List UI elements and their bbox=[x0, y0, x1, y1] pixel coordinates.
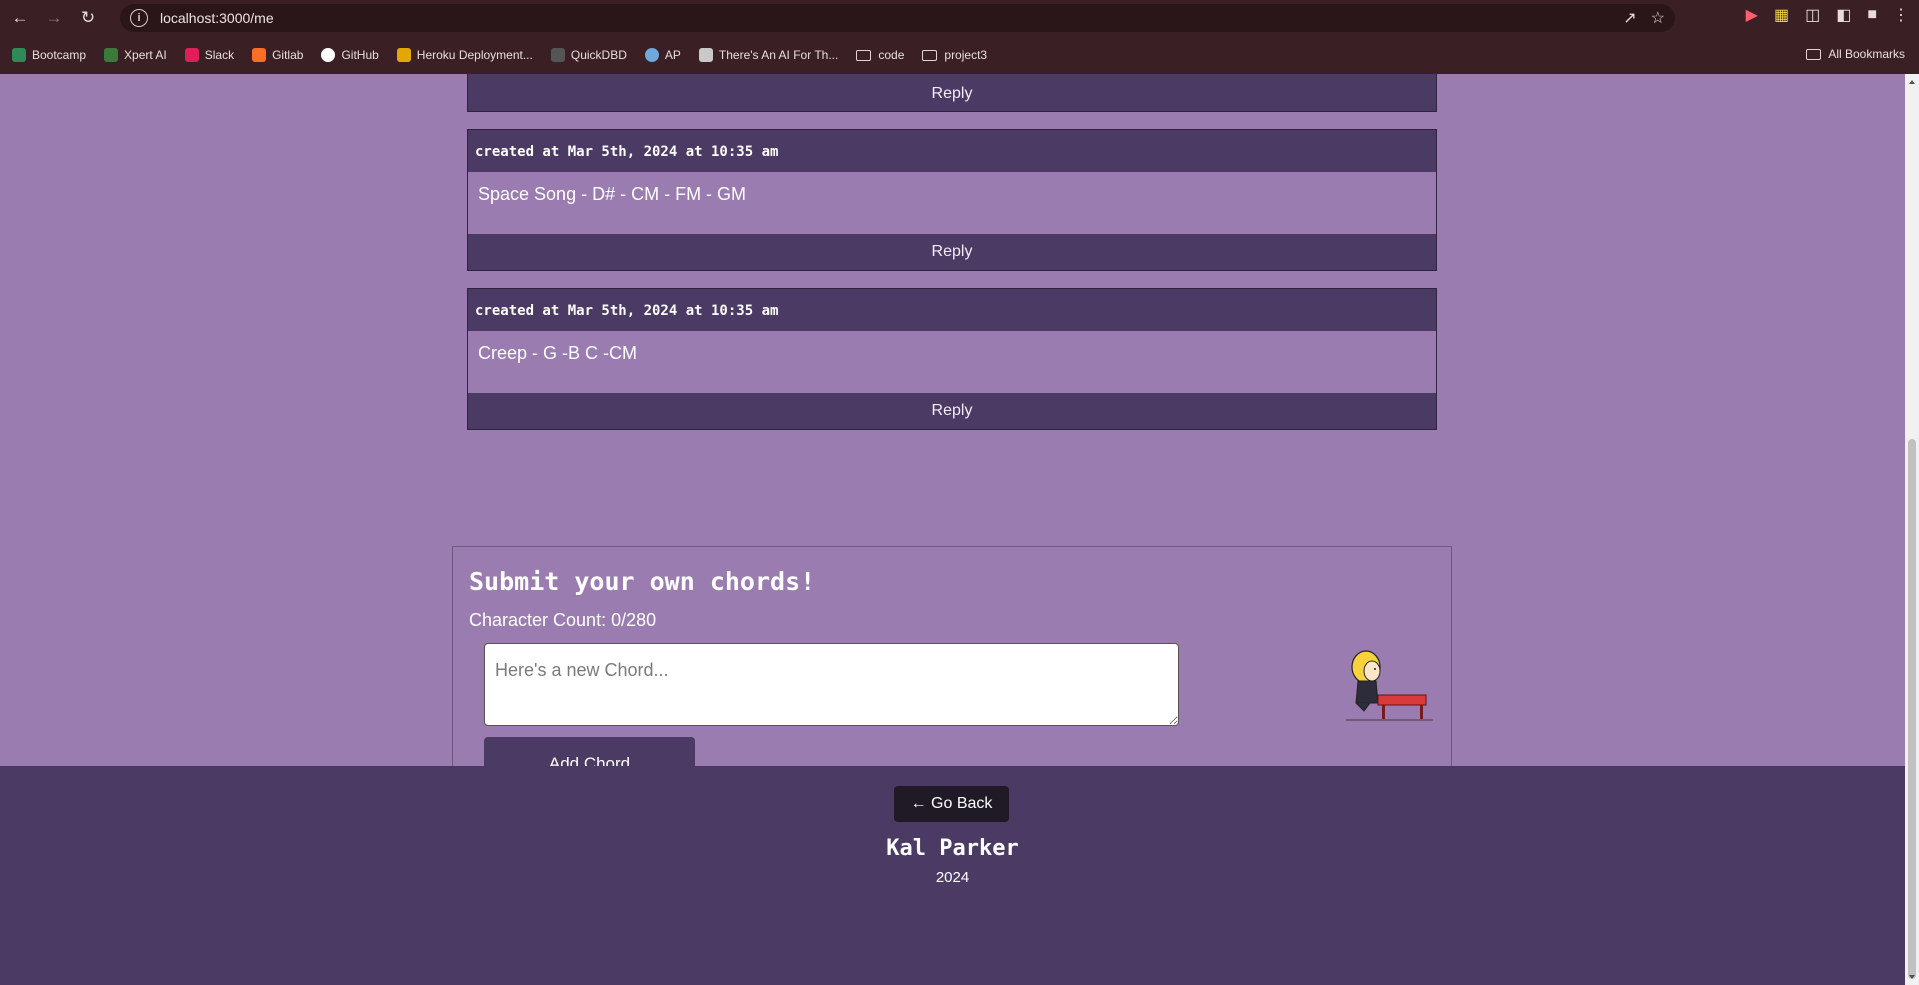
character-count: Character Count: 0/280 bbox=[469, 610, 657, 630]
page-footer: ← Go Back Kal Parker 2024 bbox=[0, 766, 1905, 985]
extension-piano-icon[interactable]: ▦ bbox=[1774, 5, 1789, 25]
slack-icon bbox=[184, 48, 199, 62]
site-info-icon[interactable]: i bbox=[130, 9, 148, 27]
reply-button[interactable]: Reply bbox=[468, 393, 1436, 429]
ap-icon bbox=[644, 48, 659, 62]
bookmark-bootcamp[interactable]: Bootcamp bbox=[12, 48, 86, 62]
bookmark-slack[interactable]: Slack bbox=[184, 48, 234, 62]
xpert-icon bbox=[104, 48, 119, 62]
bookmark-quickdbd[interactable]: QuickDBD bbox=[550, 48, 627, 62]
go-back-button[interactable]: ← Go Back bbox=[894, 786, 1009, 822]
bookmark-ap[interactable]: AP bbox=[644, 48, 681, 62]
bookmark-github[interactable]: GitHub bbox=[321, 48, 379, 62]
github-icon bbox=[321, 48, 336, 62]
vertical-scrollbar[interactable] bbox=[1905, 74, 1919, 985]
reply-button[interactable]: Reply bbox=[468, 74, 1436, 111]
chord-card: created at Mar 5th, 2024 at 10:35 am Cre… bbox=[467, 288, 1437, 430]
footer-year: 2024 bbox=[935, 869, 970, 886]
open-in-app-icon[interactable]: ↗ bbox=[1623, 8, 1636, 28]
bookmark-folder-code[interactable]: code bbox=[856, 48, 904, 62]
chord-card: created at Mar 5th, 2024 at 10:35 am Spa… bbox=[467, 129, 1437, 271]
quickdbd-icon bbox=[550, 48, 565, 62]
bookmark-folder-project3[interactable]: project3 bbox=[922, 48, 987, 62]
menu-kebab-icon[interactable]: ⋮ bbox=[1893, 5, 1909, 25]
page-content: Reply created at Mar 5th, 2024 at 10:35 … bbox=[0, 74, 1905, 985]
bookmark-xpert-ai[interactable]: Xpert AI bbox=[104, 48, 167, 62]
chord-text: Creep - G -B C -CM bbox=[478, 343, 638, 363]
bootcamp-icon bbox=[12, 48, 26, 62]
star-icon[interactable]: ☆ bbox=[1651, 8, 1665, 28]
url-text: localhost:3000/me bbox=[160, 10, 274, 26]
extension-red-icon[interactable]: ▶ bbox=[1746, 5, 1758, 25]
chord-text: Space Song - D# - CM - FM - GM bbox=[478, 184, 747, 204]
bookmark-ai-for-that[interactable]: There's An AI For Th... bbox=[698, 48, 838, 62]
reply-button[interactable]: Reply bbox=[468, 234, 1436, 270]
browser-toolbar: ← → ↻ i localhost:3000/me ↗ ☆ ▶ ▦ ◫ ◧ ■ … bbox=[0, 0, 1919, 36]
folder-icon bbox=[1806, 48, 1822, 60]
folder-icon bbox=[922, 49, 938, 61]
chord-card-partial: Reply bbox=[467, 74, 1437, 112]
profile-avatar-icon[interactable]: ■ bbox=[1867, 6, 1877, 24]
bookmark-gitlab[interactable]: Gitlab bbox=[252, 48, 303, 62]
bookmark-heroku[interactable]: Heroku Deployment... bbox=[396, 48, 533, 62]
extensions-puzzle-icon[interactable]: ◫ bbox=[1805, 5, 1820, 25]
reload-icon[interactable]: ↻ bbox=[74, 4, 102, 32]
folder-icon bbox=[856, 49, 872, 61]
all-bookmarks[interactable]: All Bookmarks bbox=[1806, 47, 1905, 61]
address-bar[interactable]: i localhost:3000/me ↗ ☆ bbox=[120, 4, 1675, 32]
chord-timestamp: created at Mar 5th, 2024 at 10:35 am bbox=[468, 289, 1436, 331]
chord-input[interactable] bbox=[484, 643, 1179, 726]
heroku-icon bbox=[396, 48, 411, 62]
scrollbar-thumb[interactable] bbox=[1908, 439, 1916, 979]
forward-arrow-icon[interactable]: → bbox=[40, 4, 68, 32]
form-title: Submit your own chords! bbox=[469, 567, 816, 596]
back-arrow-icon[interactable]: ← bbox=[6, 4, 34, 32]
bookmarks-bar: Bootcamp Xpert AI Slack Gitlab GitHub He… bbox=[0, 36, 1919, 74]
ai-icon bbox=[698, 48, 713, 62]
schroeder-piano-image bbox=[1346, 650, 1433, 721]
gitlab-icon bbox=[252, 48, 267, 62]
author-name: Kal Parker bbox=[886, 836, 1019, 861]
scroll-up-icon[interactable] bbox=[1909, 80, 1915, 84]
side-panel-icon[interactable]: ◧ bbox=[1836, 5, 1851, 25]
scroll-down-icon[interactable] bbox=[1909, 975, 1915, 979]
chord-timestamp: created at Mar 5th, 2024 at 10:35 am bbox=[468, 130, 1436, 172]
